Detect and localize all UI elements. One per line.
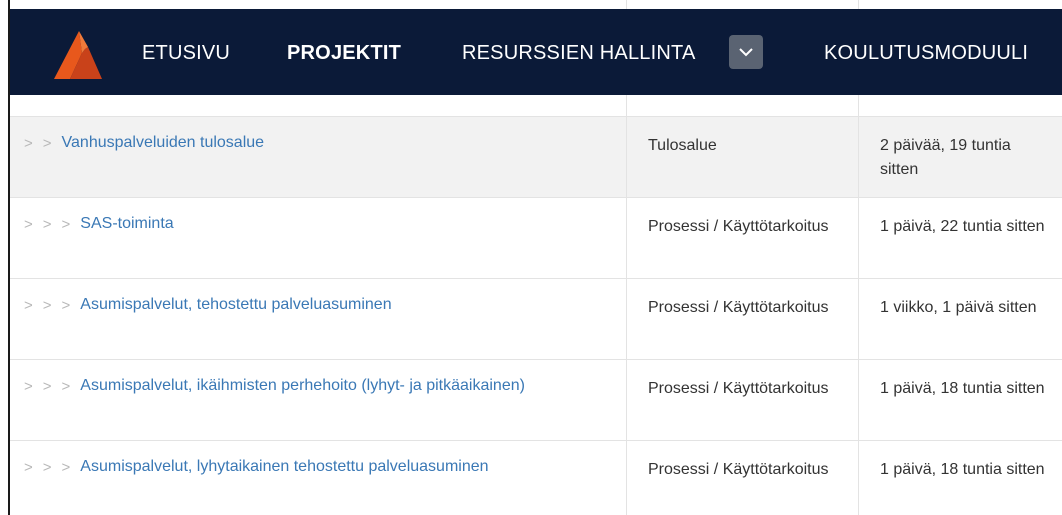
column-divider bbox=[626, 441, 627, 515]
column-divider bbox=[626, 279, 627, 359]
table-row[interactable]: > > > Asumispalvelut, tehostettu palvelu… bbox=[10, 279, 1062, 360]
chevron-right-icon[interactable]: > bbox=[43, 297, 52, 314]
row-name-cell: > > > Asumispalvelut, ikäihmisten perheh… bbox=[24, 377, 525, 395]
chevron-right-icon[interactable]: > bbox=[24, 459, 33, 476]
row-type-cell: Tulosalue bbox=[648, 137, 717, 154]
row-type-cell: Prosessi / Käyttötarkoitus bbox=[648, 461, 829, 478]
row-name-link[interactable]: Asumispalvelut, ikäihmisten perhehoito (… bbox=[80, 377, 525, 395]
table-row[interactable]: > > > Asumispalvelut, lyhytaikainen teho… bbox=[10, 441, 1062, 515]
chevron-right-icon[interactable]: > bbox=[62, 459, 71, 476]
chevron-right-icon[interactable]: > bbox=[43, 459, 52, 476]
chevron-right-icon[interactable]: > bbox=[43, 378, 52, 395]
chevron-right-icon[interactable]: > bbox=[62, 297, 71, 314]
row-time-cell: 1 viikko, 1 päivä sitten bbox=[880, 299, 1037, 316]
row-time-cell: 1 päivä, 18 tuntia sitten bbox=[880, 380, 1045, 397]
chevron-right-icon[interactable]: > bbox=[62, 378, 71, 395]
column-divider bbox=[858, 441, 859, 515]
row-time-cell: 1 päivä, 18 tuntia sitten bbox=[880, 461, 1045, 478]
column-divider bbox=[626, 360, 627, 440]
row-name-link[interactable]: Vanhuspalveluiden tulosalue bbox=[62, 134, 265, 152]
column-divider bbox=[858, 117, 859, 197]
row-name-cell: > > > Asumispalvelut, tehostettu palvelu… bbox=[24, 296, 392, 314]
chevron-right-icon[interactable]: > bbox=[43, 135, 52, 152]
nav-training-link[interactable]: KOULUTUSMODUULI bbox=[824, 42, 1028, 65]
row-name-link[interactable]: Asumispalvelut, tehostettu palveluasumin… bbox=[80, 296, 391, 314]
brand-logo-icon[interactable] bbox=[52, 29, 106, 81]
nav-dropdown-button[interactable] bbox=[729, 35, 763, 69]
table-row[interactable]: > > > Asumispalvelut, ikäihmisten perheh… bbox=[10, 360, 1062, 441]
top-navbar: ETUSIVU PROJEKTIT RESURSSIEN HALLINTA KO… bbox=[10, 9, 1062, 95]
table-row[interactable]: > > > SAS-toiminta Prosessi / Käyttötark… bbox=[10, 198, 1062, 279]
column-divider bbox=[626, 198, 627, 278]
column-divider bbox=[858, 279, 859, 359]
app-window: > > Vanhuspalveluiden tulosalue Tulosalu… bbox=[0, 0, 1062, 515]
chevron-right-icon[interactable]: > bbox=[24, 216, 33, 233]
chevron-right-icon[interactable]: > bbox=[24, 297, 33, 314]
row-name-link[interactable]: SAS-toiminta bbox=[80, 215, 173, 233]
table-row[interactable]: > > Vanhuspalveluiden tulosalue Tulosalu… bbox=[10, 117, 1062, 198]
column-divider bbox=[858, 198, 859, 278]
chevron-down-icon bbox=[739, 48, 753, 57]
row-name-cell: > > Vanhuspalveluiden tulosalue bbox=[24, 134, 264, 152]
row-name-cell: > > > SAS-toiminta bbox=[24, 215, 174, 233]
column-divider bbox=[626, 117, 627, 197]
chevron-right-icon[interactable]: > bbox=[24, 378, 33, 395]
row-name-cell: > > > Asumispalvelut, lyhytaikainen teho… bbox=[24, 458, 489, 476]
column-divider bbox=[858, 360, 859, 440]
left-border bbox=[8, 0, 10, 515]
row-time-cell: 2 päivää, 19 tuntia sitten bbox=[880, 137, 1011, 178]
row-name-link[interactable]: Asumispalvelut, lyhytaikainen tehostettu… bbox=[80, 458, 488, 476]
chevron-right-icon[interactable]: > bbox=[62, 216, 71, 233]
row-type-cell: Prosessi / Käyttötarkoitus bbox=[648, 299, 829, 316]
nav-projects-link[interactable]: PROJEKTIT bbox=[287, 42, 401, 65]
row-type-cell: Prosessi / Käyttötarkoitus bbox=[648, 380, 829, 397]
chevron-right-icon[interactable]: > bbox=[43, 216, 52, 233]
chevron-right-icon[interactable]: > bbox=[24, 135, 33, 152]
row-type-cell: Prosessi / Käyttötarkoitus bbox=[648, 218, 829, 235]
nav-resources-link[interactable]: RESURSSIEN HALLINTA bbox=[462, 42, 696, 65]
nav-home-link[interactable]: ETUSIVU bbox=[142, 42, 230, 65]
row-time-cell: 1 päivä, 22 tuntia sitten bbox=[880, 218, 1045, 235]
